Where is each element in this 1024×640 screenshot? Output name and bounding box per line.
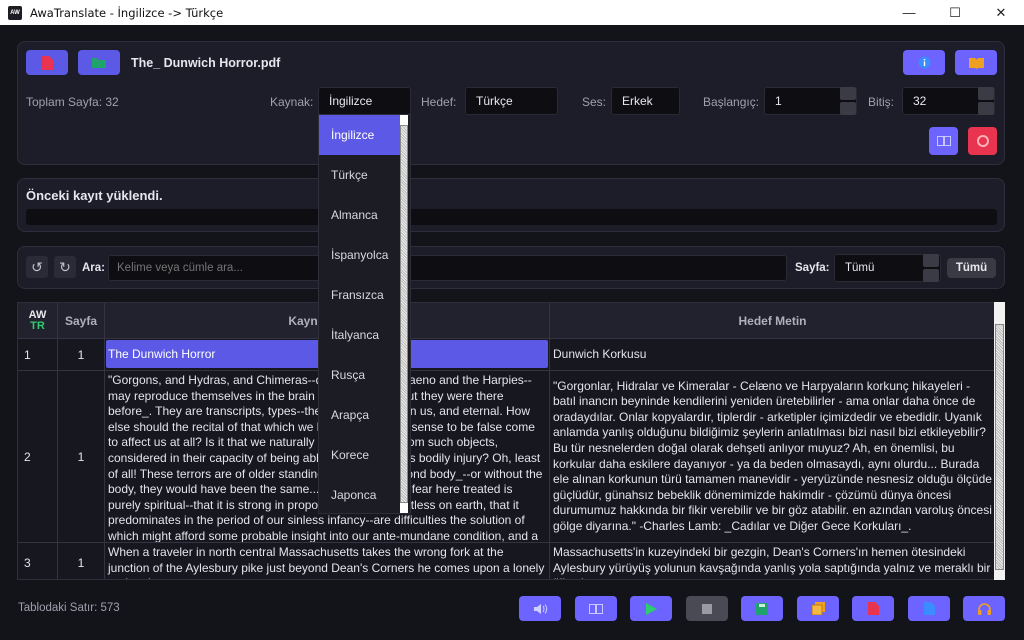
info-icon — [918, 56, 930, 69]
dropdown-option[interactable]: Rusça — [319, 355, 402, 395]
save-icon — [756, 602, 768, 615]
status-message: Önceki kayıt yüklendi. — [26, 188, 163, 203]
start-page-down-button[interactable] — [840, 102, 856, 115]
compare-button[interactable] — [929, 127, 958, 155]
page-filter-up-button[interactable] — [923, 254, 939, 267]
dropdown-option[interactable]: Fransızca — [319, 275, 402, 315]
speaker-icon — [533, 603, 547, 614]
headphones-button[interactable] — [963, 596, 1005, 621]
voice-select[interactable]: Erkek — [611, 87, 680, 115]
pdf-file-icon — [42, 55, 53, 70]
stop-button[interactable] — [686, 596, 728, 621]
target-cell[interactable]: "Gorgonlar, Hidralar ve Kimeralar - Celæ… — [550, 371, 996, 543]
progress-bar — [26, 209, 997, 225]
dropdown-option[interactable]: İngilizce — [319, 115, 402, 155]
start-page-up-button[interactable] — [840, 87, 856, 100]
maximize-button[interactable]: ☐ — [932, 0, 978, 25]
page-filter-down-button[interactable] — [923, 269, 939, 282]
side-by-side-icon — [589, 603, 603, 614]
search-input[interactable] — [108, 255, 787, 281]
open-folder-button[interactable] — [78, 50, 120, 75]
search-label: Ara: — [82, 262, 106, 274]
save-button[interactable] — [741, 596, 783, 621]
row-page: 1 — [58, 543, 105, 579]
row-number: 3 — [18, 543, 58, 579]
headphones-icon — [977, 602, 991, 615]
undo-button[interactable]: ↺ — [26, 256, 48, 278]
minimize-button[interactable]: — — [886, 0, 932, 25]
translation-table: AW TR Sayfa Kaynak Metin Hedef Metin 1 1… — [17, 302, 1005, 580]
voice-label: Ses: — [582, 95, 607, 109]
split-view-button[interactable] — [575, 596, 617, 621]
file-name: The_ Dunwich Horror.pdf — [131, 56, 281, 70]
app-icon: AW — [8, 5, 22, 20]
table-scrollbar[interactable] — [994, 302, 1005, 580]
row-page: 1 — [58, 371, 105, 543]
side-by-side-icon — [936, 136, 951, 146]
target-language-label: Hedef: — [421, 95, 457, 109]
info-button[interactable] — [903, 50, 945, 75]
dropdown-option[interactable]: Arapça — [319, 395, 402, 435]
book-button[interactable] — [955, 50, 997, 75]
source-cell[interactable]: When a traveler in north central Massach… — [105, 543, 550, 579]
folder-icon — [92, 58, 106, 68]
title-bar: AW AwaTranslate - İngilizce -> Türkçe — … — [0, 0, 1024, 25]
redo-icon: ↻ — [59, 258, 71, 275]
total-pages-label: Toplam Sayfa: 32 — [26, 95, 119, 109]
target-language-select[interactable]: Türkçe — [465, 87, 558, 115]
show-all-button[interactable]: Tümü — [947, 258, 996, 278]
target-cell[interactable]: Massachusetts'in kuzeyindeki bir gezgin,… — [550, 543, 996, 579]
open-pdf-button[interactable] — [26, 50, 68, 75]
undo-icon: ↺ — [31, 258, 43, 275]
target-cell[interactable]: Dunwich Korkusu — [550, 339, 996, 371]
target-text: Dunwich Korkusu — [553, 346, 647, 361]
source-language-select[interactable]: İngilizce — [318, 87, 411, 115]
record-icon — [976, 135, 989, 147]
table-scrollbar-thumb[interactable] — [995, 324, 1004, 570]
speak-button[interactable] — [519, 596, 561, 621]
dropdown-option[interactable]: İtalyanca — [319, 315, 402, 355]
end-page-label: Bitiş: — [868, 95, 895, 109]
copy-button[interactable] — [797, 596, 839, 621]
end-page-up-button[interactable] — [978, 87, 994, 100]
target-column-header[interactable]: Hedef Metin — [550, 303, 996, 339]
target-text: Massachusetts'in kuzeyindeki bir gezgin,… — [553, 545, 991, 579]
aw-label: AW — [28, 308, 47, 321]
play-button[interactable] — [630, 596, 672, 621]
export-pdf-button[interactable] — [852, 596, 894, 621]
tr-label: TR — [30, 319, 45, 332]
dropdown-option[interactable]: Almanca — [319, 195, 402, 235]
page-filter-label: Sayfa: — [795, 262, 830, 274]
start-page-label: Başlangıç: — [703, 95, 760, 109]
page-column-header[interactable]: Sayfa — [58, 303, 105, 339]
play-icon — [645, 602, 657, 615]
redo-button[interactable]: ↻ — [54, 256, 76, 278]
row-page: 1 — [58, 339, 105, 371]
window-title: AwaTranslate - İngilizce -> Türkçe — [30, 5, 224, 20]
row-number: 2 — [18, 371, 58, 543]
copy-icon — [811, 602, 825, 615]
dropdown-option[interactable]: Japonca — [319, 475, 402, 515]
target-text: "Gorgonlar, Hidralar ve Kimeralar - Celæ… — [553, 378, 992, 533]
dropdown-option[interactable]: Korece — [319, 435, 402, 475]
end-page-down-button[interactable] — [978, 102, 994, 115]
dropdown-option[interactable]: İspanyolca — [319, 235, 402, 275]
open-book-icon — [968, 57, 984, 69]
source-language-label: Kaynak: — [270, 95, 314, 109]
dropdown-scrollbar[interactable] — [400, 115, 408, 513]
dropdown-scrollbar-thumb[interactable] — [400, 125, 408, 503]
stop-icon — [702, 603, 712, 614]
source-text: When a traveler in north central Massach… — [108, 545, 545, 579]
pdf-file-icon — [867, 602, 879, 615]
source-language-dropdown: İngilizce Türkçe Almanca İspanyolca Fran… — [318, 114, 411, 514]
row-count-label: Tablodaki Satır: 573 — [18, 602, 120, 614]
close-window-button[interactable]: ✕ — [978, 0, 1024, 25]
row-number: 1 — [18, 339, 58, 371]
aw-tr-column-header[interactable]: AW TR — [18, 303, 58, 339]
export-document-button[interactable] — [908, 596, 950, 621]
stop-record-button[interactable] — [968, 127, 997, 155]
document-icon — [923, 602, 935, 615]
dropdown-option[interactable]: Türkçe — [319, 155, 402, 195]
